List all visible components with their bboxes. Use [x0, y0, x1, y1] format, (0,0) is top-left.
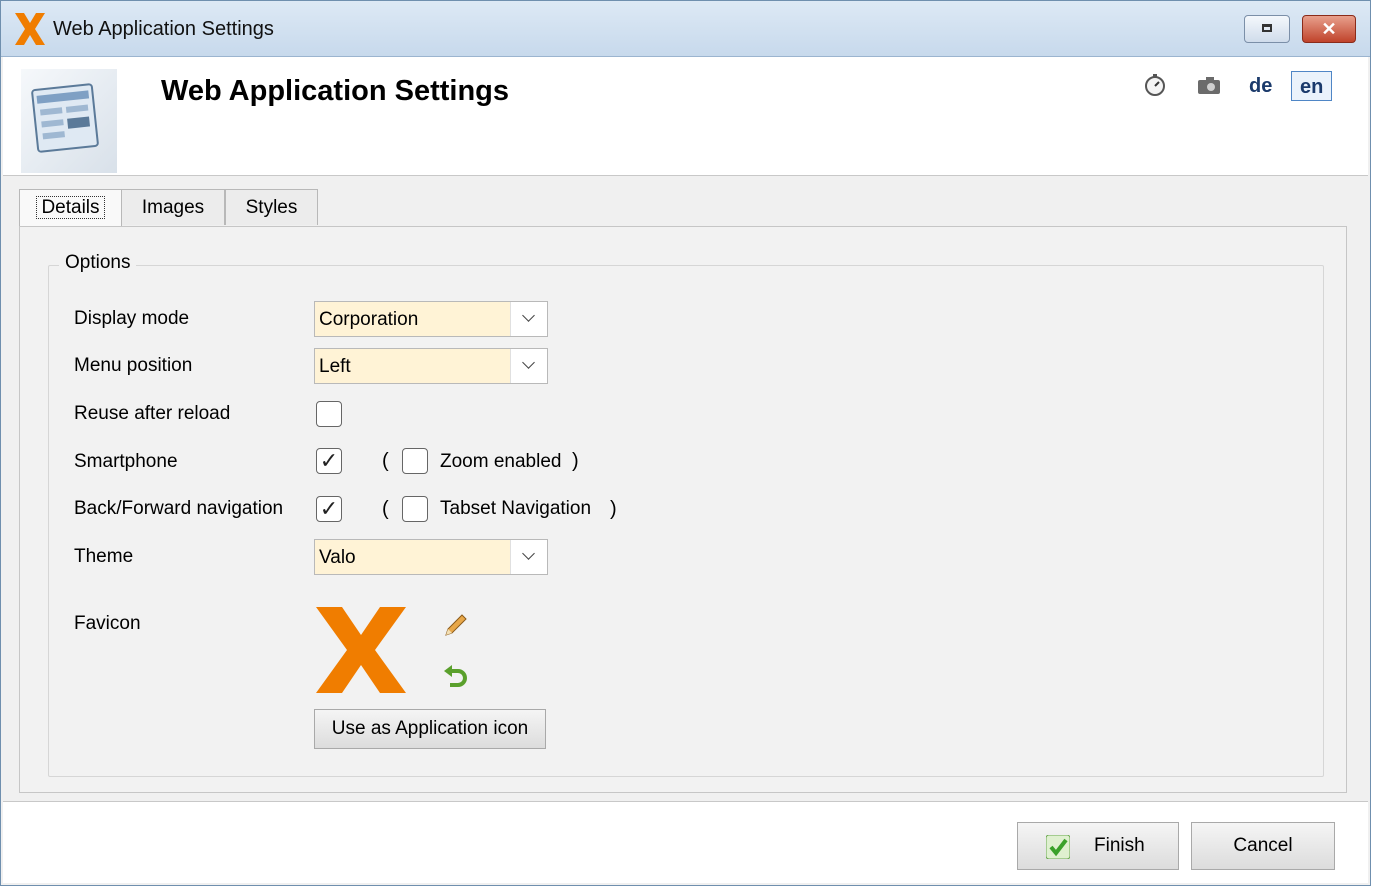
finish-button[interactable]: Finish — [1017, 822, 1179, 870]
chevron-down-icon[interactable] — [510, 302, 547, 336]
theme-select[interactable]: Valo — [314, 539, 548, 575]
stopwatch-icon[interactable] — [1143, 73, 1167, 97]
tabset-navigation-label: Tabset Navigation — [440, 498, 592, 519]
settings-window-icon — [21, 69, 117, 173]
tab-details[interactable]: Details — [19, 189, 122, 227]
back-forward-checkbox[interactable]: ✓ — [316, 496, 342, 522]
back-forward-label: Back/Forward navigation — [74, 498, 284, 519]
paren-close: ) — [610, 498, 617, 520]
pencil-icon[interactable] — [442, 613, 468, 639]
language-en-link[interactable]: en — [1291, 71, 1333, 101]
footer: Finish Cancel — [3, 801, 1368, 883]
tabset-navigation-checkbox[interactable] — [402, 496, 428, 522]
paren-open: ( — [382, 498, 389, 520]
x-logo-icon — [15, 13, 45, 45]
title-bar[interactable]: Web Application Settings ✕ — [1, 1, 1370, 57]
paren-close: ) — [572, 450, 579, 472]
menu-position-value: Left — [319, 356, 351, 377]
theme-label: Theme — [74, 546, 134, 567]
restore-button[interactable] — [1244, 15, 1290, 43]
window-title: Web Application Settings — [53, 18, 274, 40]
options-group-label: Options — [59, 252, 137, 274]
camera-icon[interactable] — [1197, 73, 1221, 97]
cancel-button[interactable]: Cancel — [1191, 822, 1335, 870]
zoom-enabled-checkbox[interactable] — [402, 448, 428, 474]
zoom-enabled-label: Zoom enabled — [440, 451, 562, 472]
header-panel: Web Application Settings de en — [3, 57, 1368, 176]
menu-position-label: Menu position — [74, 355, 193, 376]
chevron-down-icon[interactable] — [510, 540, 547, 574]
display-mode-label: Display mode — [74, 308, 190, 329]
page-title: Web Application Settings — [161, 75, 510, 107]
favicon-label: Favicon — [74, 613, 141, 634]
smartphone-label: Smartphone — [74, 451, 178, 472]
display-mode-select[interactable]: Corporation — [314, 301, 548, 337]
reuse-after-reload-checkbox[interactable] — [316, 401, 342, 427]
details-panel: Options Display mode Corporation Menu po… — [19, 226, 1347, 793]
paren-open: ( — [382, 450, 389, 472]
settings-window: Web Application Settings ✕ Web Applicati… — [0, 0, 1371, 886]
chevron-down-icon[interactable] — [510, 349, 547, 383]
use-as-application-icon-button[interactable]: Use as Application icon — [314, 709, 546, 749]
menu-position-select[interactable]: Left — [314, 348, 548, 384]
theme-value: Valo — [319, 547, 356, 568]
display-mode-value: Corporation — [319, 309, 419, 330]
options-group: Options — [48, 252, 1324, 777]
tab-details-label: Details — [36, 196, 105, 219]
language-de-link[interactable]: de — [1241, 71, 1280, 101]
undo-arrow-icon[interactable] — [442, 665, 470, 691]
tab-images[interactable]: Images — [121, 189, 225, 225]
finish-label: Finish — [1094, 835, 1145, 856]
favicon-x-logo-icon — [316, 607, 406, 693]
checkmark-icon — [1046, 835, 1070, 859]
close-button[interactable]: ✕ — [1302, 15, 1356, 43]
smartphone-checkbox[interactable]: ✓ — [316, 448, 342, 474]
tab-styles[interactable]: Styles — [225, 189, 318, 225]
reuse-after-reload-label: Reuse after reload — [74, 403, 231, 424]
